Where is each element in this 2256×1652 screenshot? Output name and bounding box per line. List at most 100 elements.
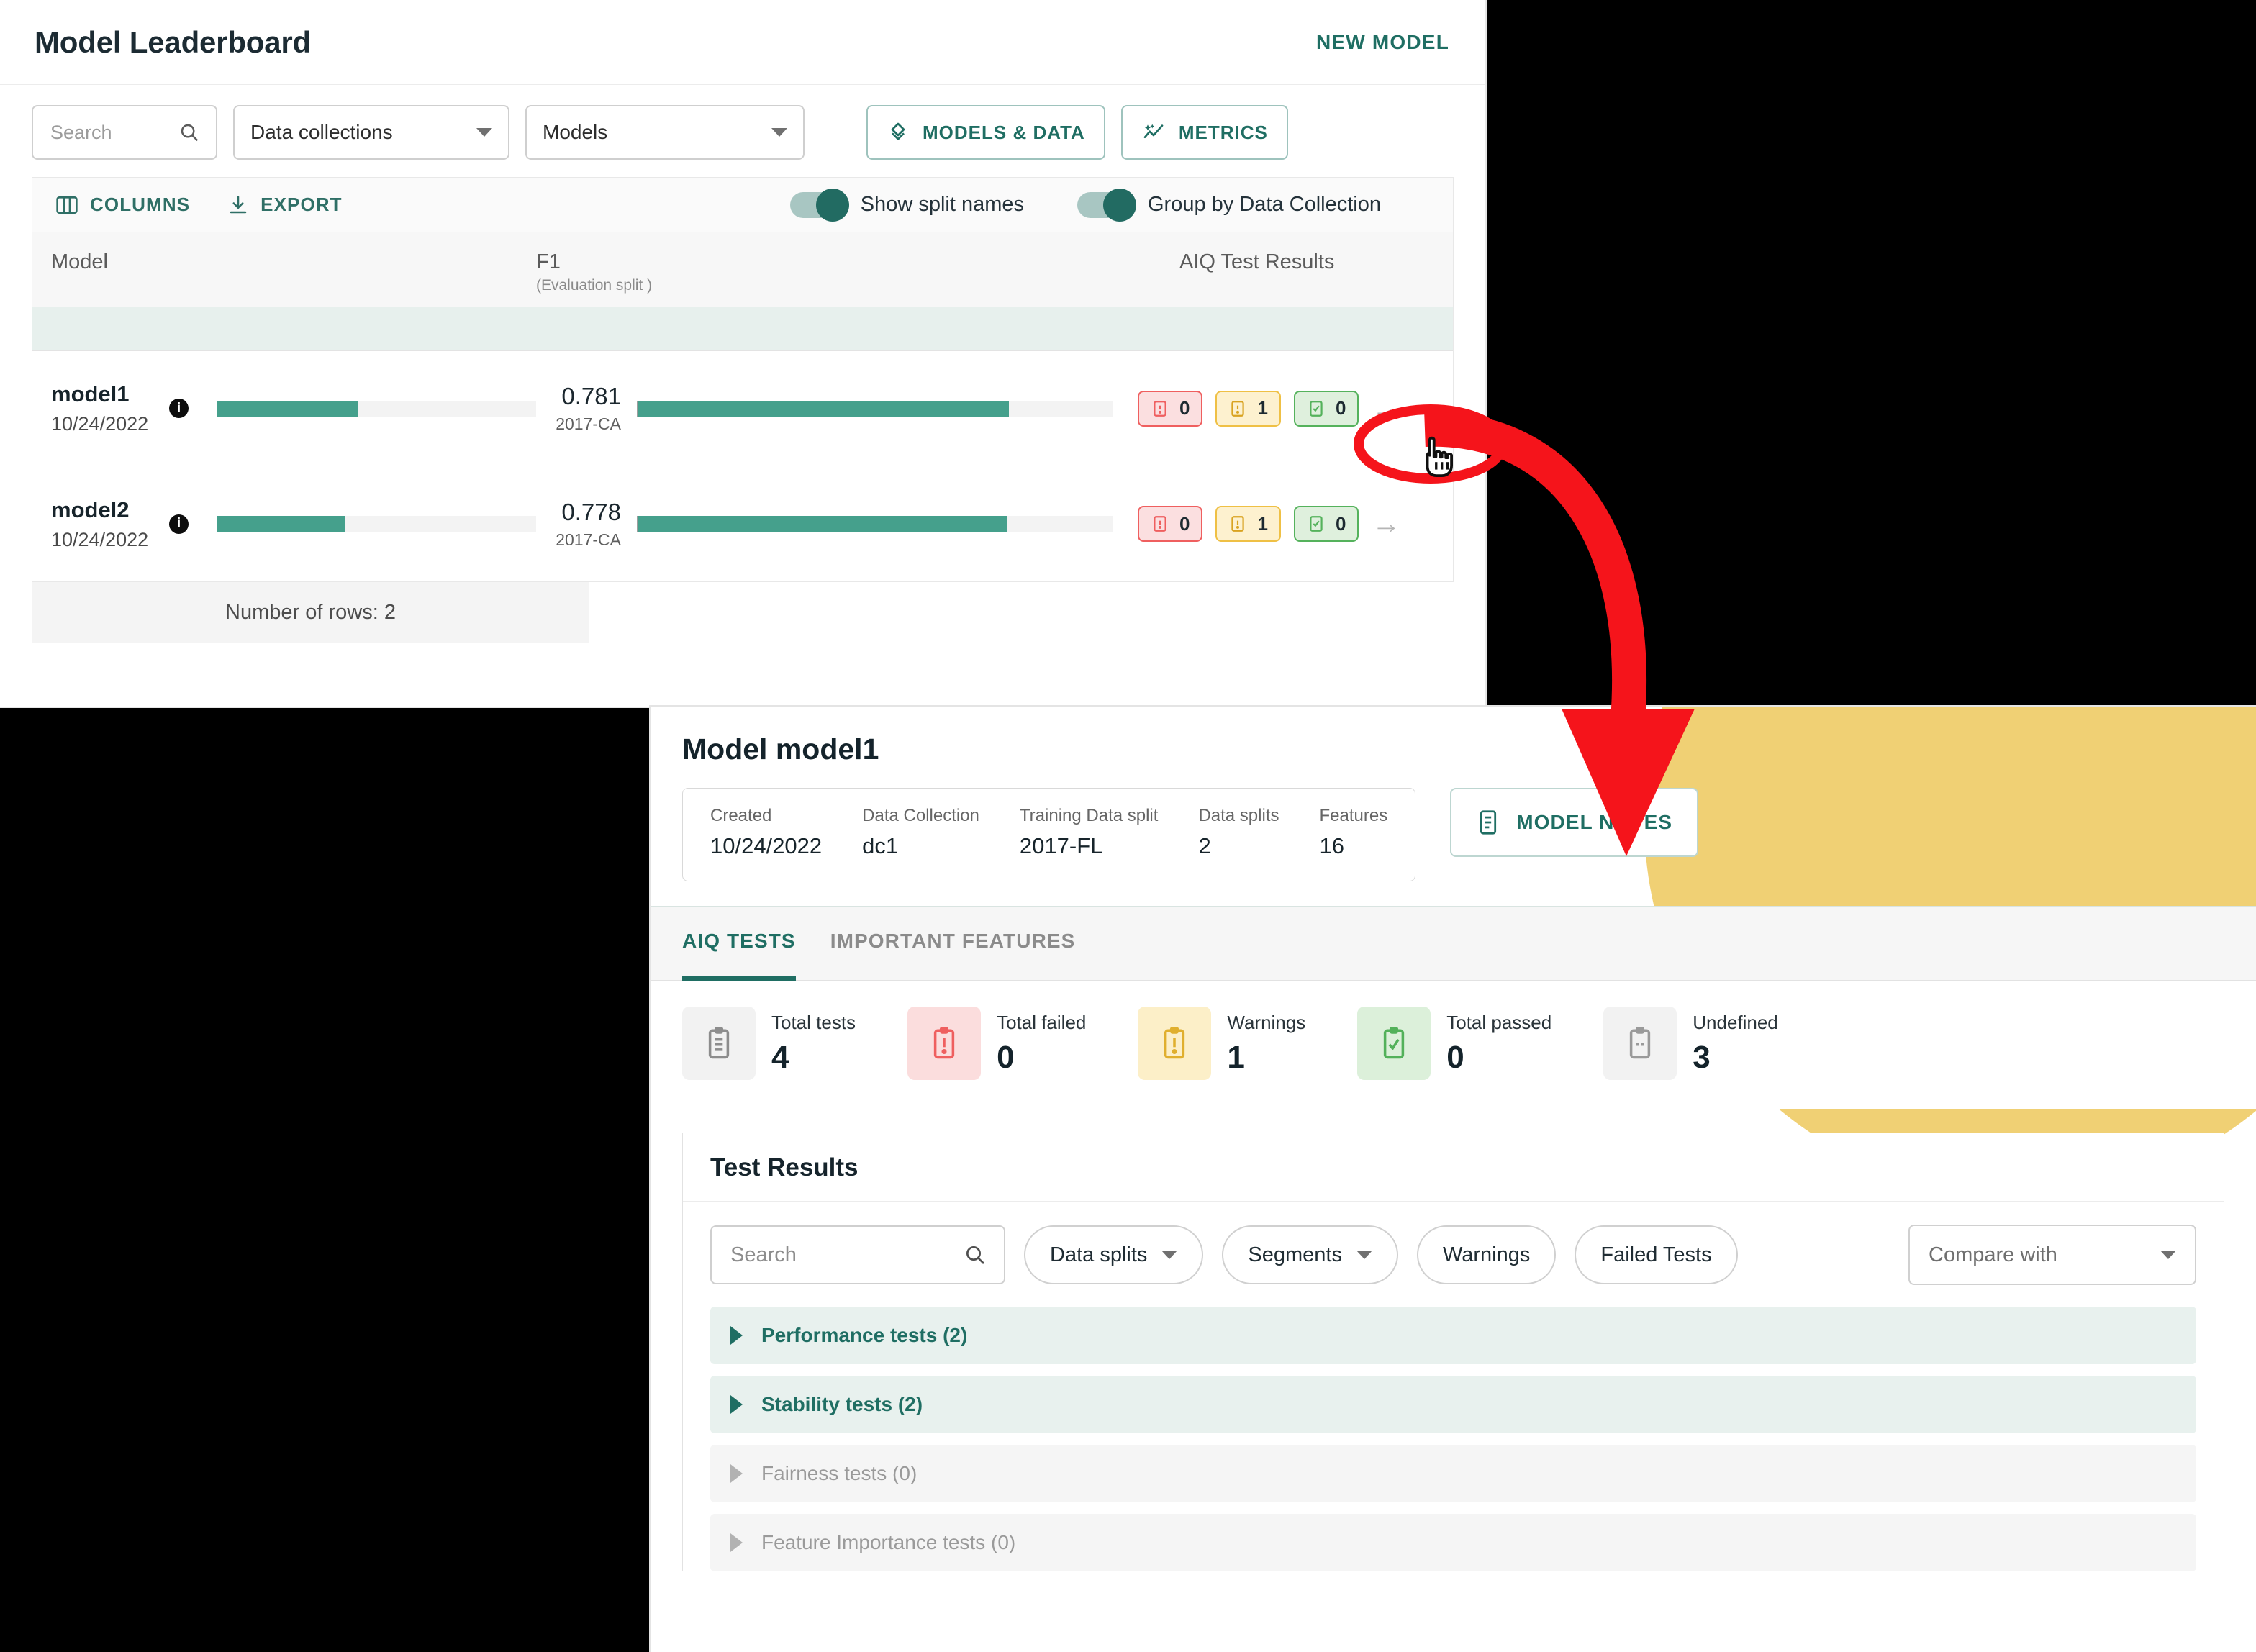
- warnings-filter[interactable]: Warnings: [1416, 1225, 1557, 1284]
- detail-tabs: AIQ TESTS IMPORTANT FEATURES: [651, 906, 2256, 981]
- chip-warnings[interactable]: 1: [1215, 506, 1281, 542]
- chevron-right-icon: [730, 1395, 743, 1414]
- accordion-feature-importance-tests[interactable]: Feature Importance tests (0): [710, 1514, 2196, 1571]
- accordion-performance-tests[interactable]: Performance tests (2): [710, 1307, 2196, 1364]
- stat-total-failed: Total failed 0: [907, 1007, 1119, 1080]
- chevron-down-icon: [1161, 1251, 1178, 1259]
- model-mini-bar-fill: [217, 516, 345, 532]
- meta-data-splits-value: 2: [1198, 833, 1211, 858]
- test-summary-stats: Total tests 4 Total failed 0 Warnings 1 …: [651, 981, 2256, 1109]
- total-passed-label: Total passed: [1446, 1011, 1552, 1033]
- models-label: Models: [543, 121, 608, 143]
- show-split-names-toggle[interactable]: [789, 188, 849, 222]
- info-icon[interactable]: i: [169, 514, 189, 534]
- table-row[interactable]: model1 10/24/2022 i 0.781 2017-CA 0 1 0 …: [32, 351, 1453, 466]
- model-cell: model2 10/24/2022 i: [32, 497, 536, 551]
- accordion-stability-tests-label: Stability tests (2): [761, 1393, 923, 1415]
- chip-failed-count: 0: [1179, 512, 1190, 535]
- models-and-data-label: MODELS & DATA: [923, 121, 1085, 143]
- search-icon: [181, 124, 199, 142]
- failed-clipboard-icon: [1154, 400, 1166, 417]
- new-model-button[interactable]: NEW MODEL: [1312, 30, 1454, 55]
- table-row[interactable]: model2 10/24/2022 i 0.778 2017-CA 0 1 0 …: [32, 466, 1453, 581]
- column-header-model[interactable]: Model: [32, 250, 536, 274]
- accordion-fairness-tests[interactable]: Fairness tests (0): [710, 1445, 2196, 1502]
- warnings-text: Warnings 1: [1227, 1012, 1305, 1076]
- undefined-label: Undefined: [1693, 1011, 1778, 1033]
- undefined-value: 3: [1693, 1039, 1711, 1075]
- models-select[interactable]: Models: [525, 105, 805, 160]
- data-collections-select[interactable]: Data collections: [233, 105, 509, 160]
- row-open-arrow[interactable]: →: [1372, 509, 1400, 538]
- search-input[interactable]: [49, 120, 178, 145]
- data-splits-label: Data splits: [1050, 1243, 1148, 1266]
- stat-undefined: Undefined 3: [1603, 1007, 1811, 1080]
- chevron-down-icon: [476, 128, 492, 137]
- model-notes-button[interactable]: MODEL NOTES: [1450, 788, 1699, 857]
- chip-passed[interactable]: 0: [1293, 506, 1359, 542]
- column-header-aiq[interactable]: AIQ Test Results: [1155, 250, 1453, 274]
- warnings-label: Warnings: [1227, 1011, 1306, 1033]
- accordion-stability-tests[interactable]: Stability tests (2): [710, 1376, 2196, 1433]
- row-open-arrow[interactable]: →: [1372, 394, 1400, 423]
- segments-filter[interactable]: Segments: [1222, 1225, 1398, 1284]
- total-failed-label: Total failed: [997, 1011, 1087, 1033]
- column-header-aiq-label: AIQ Test Results: [1179, 250, 1335, 273]
- table-header-row: Model F1 (Evaluation split ) AIQ Test Re…: [32, 232, 1453, 307]
- total-passed-value: 0: [1446, 1039, 1464, 1075]
- model-name[interactable]: model1: [51, 381, 166, 407]
- export-button[interactable]: EXPORT: [223, 193, 347, 217]
- f1-split-name: 2017-CA: [556, 414, 621, 433]
- compare-with-select[interactable]: Compare with: [1908, 1225, 2196, 1285]
- model-leaderboard-panel: Model Leaderboard NEW MODEL Data collect…: [0, 0, 1487, 708]
- undefined-icon-box: [1603, 1007, 1677, 1080]
- stat-total-passed: Total passed 0: [1357, 1007, 1585, 1080]
- total-failed-icon-box: [907, 1007, 982, 1080]
- stat-total-tests: Total tests 4: [682, 1007, 889, 1080]
- chip-warnings[interactable]: 1: [1215, 390, 1281, 427]
- info-icon[interactable]: i: [169, 399, 189, 418]
- models-and-data-button[interactable]: MODELS & DATA: [866, 105, 1105, 160]
- tab-important-features[interactable]: IMPORTANT FEATURES: [830, 906, 1076, 981]
- model-cell: model1 10/24/2022 i: [32, 381, 536, 435]
- test-results-search-box[interactable]: [710, 1225, 1005, 1284]
- group-by-data-collection-toggle-group[interactable]: Group by Data Collection: [1077, 188, 1381, 222]
- column-header-f1[interactable]: F1 (Evaluation split ): [536, 250, 1155, 294]
- failed-tests-filter-label: Failed Tests: [1600, 1243, 1712, 1266]
- accordion-performance-tests-label: Performance tests (2): [761, 1324, 968, 1346]
- stat-warnings: Warnings 1: [1138, 1007, 1338, 1080]
- test-results-search-input[interactable]: [729, 1242, 964, 1268]
- clipboard-check-icon: [1384, 1027, 1405, 1059]
- meta-training-data-split: Training Data split 2017-FL: [1020, 806, 1159, 859]
- f1-value-block: 0.781 2017-CA: [536, 383, 621, 434]
- test-results-filter-bar: Data splits Segments Warnings Failed Tes…: [683, 1202, 2224, 1307]
- total-passed-text: Total passed 0: [1446, 1012, 1551, 1076]
- warning-clipboard-icon: [1231, 516, 1245, 532]
- f1-value: 0.778: [561, 498, 621, 525]
- page-title: Model Leaderboard: [35, 24, 311, 59]
- group-by-data-collection-toggle[interactable]: [1077, 188, 1136, 222]
- show-split-names-toggle-group[interactable]: Show split names: [789, 188, 1024, 222]
- failed-clipboard-icon: [1154, 516, 1166, 532]
- compare-with-label: Compare with: [1929, 1243, 2057, 1266]
- model-identity: model2 10/24/2022: [51, 497, 166, 551]
- meta-created: Created 10/24/2022: [710, 806, 822, 859]
- chip-failed[interactable]: 0: [1138, 506, 1203, 542]
- model-detail-panel: Model model1 Created 10/24/2022 Data Col…: [649, 705, 2256, 1652]
- chevron-right-icon: [730, 1326, 743, 1345]
- model-date: 10/24/2022: [51, 413, 149, 435]
- tab-aiq-tests[interactable]: AIQ TESTS: [682, 906, 796, 981]
- model-mini-bar: [217, 400, 536, 417]
- model-name[interactable]: model2: [51, 497, 166, 523]
- chevron-down-icon: [771, 128, 787, 137]
- chip-passed[interactable]: 0: [1293, 390, 1359, 427]
- f1-bar-fill: [638, 516, 1008, 532]
- chip-failed[interactable]: 0: [1138, 390, 1203, 427]
- metrics-button[interactable]: METRICS: [1120, 105, 1288, 160]
- search-box[interactable]: [32, 105, 217, 160]
- failed-tests-filter[interactable]: Failed Tests: [1575, 1225, 1738, 1284]
- columns-button[interactable]: COLUMNS: [51, 193, 194, 217]
- data-splits-filter[interactable]: Data splits: [1024, 1225, 1204, 1284]
- leaderboard-header: Model Leaderboard NEW MODEL: [0, 0, 1485, 85]
- download-icon: [230, 196, 247, 213]
